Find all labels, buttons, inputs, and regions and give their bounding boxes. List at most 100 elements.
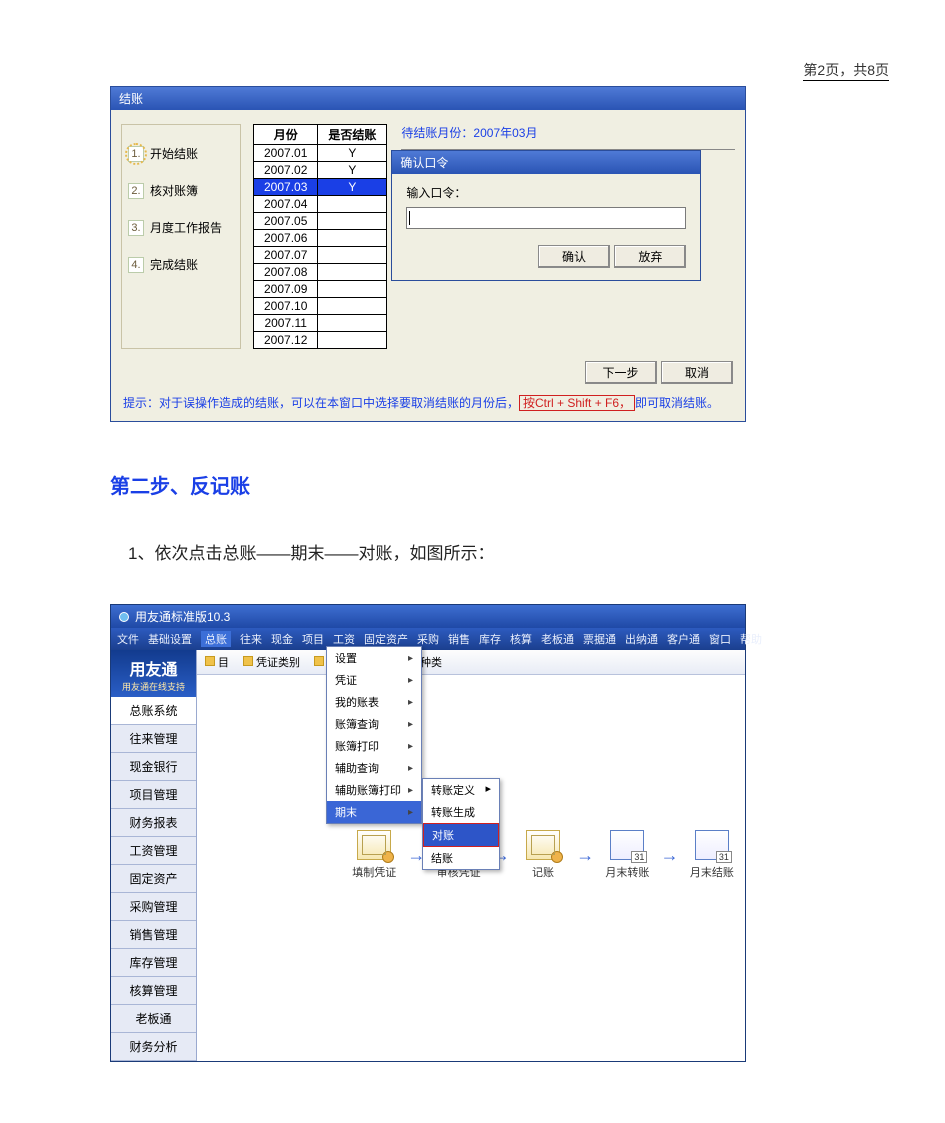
menu-item[interactable]: 核算	[510, 631, 532, 647]
table-row[interactable]: 2007.12	[254, 332, 387, 349]
menu-item[interactable]: 销售	[448, 631, 470, 647]
cell-closed: Y	[318, 179, 387, 196]
table-row[interactable]: 2007.07	[254, 247, 387, 264]
table-row[interactable]: 2007.05	[254, 213, 387, 230]
sidebar-item[interactable]: 工资管理	[111, 837, 196, 865]
table-row[interactable]: 2007.06	[254, 230, 387, 247]
toolbar-item[interactable]: 目	[205, 654, 229, 670]
submenu-item[interactable]: 账簿查询▸	[327, 713, 421, 735]
submenu-item[interactable]: 期末▸	[327, 801, 421, 823]
menu-item[interactable]: 帮助	[740, 631, 762, 647]
submenu-item[interactable]: 我的账表▸	[327, 691, 421, 713]
cell-month: 2007.10	[254, 298, 318, 315]
folder-icon	[205, 656, 215, 666]
submenu-item[interactable]: 账簿打印▸	[327, 735, 421, 757]
sidebar-item[interactable]: 往来管理	[111, 725, 196, 753]
submenu-label: 我的账表	[335, 694, 379, 710]
sidebar-item[interactable]: 库存管理	[111, 949, 196, 977]
flow-create-voucher[interactable]: 填制凭证	[351, 830, 397, 880]
menu-item[interactable]: 库存	[479, 631, 501, 647]
yonyou-main-window: 用友通标准版10.3 文件基础设置总账往来现金项目工资固定资产采购销售库存核算老…	[110, 604, 746, 1062]
flow-month-transfer[interactable]: 月末转账	[604, 830, 650, 880]
cell-closed	[318, 247, 387, 264]
chevron-right-icon: ▸	[408, 675, 413, 686]
table-row[interactable]: 2007.04	[254, 196, 387, 213]
menu-item[interactable]: 文件	[117, 631, 139, 647]
password-input[interactable]	[406, 207, 686, 229]
pending-month-line: 待结账月份：2007年03月	[401, 124, 735, 150]
sidebar-item[interactable]: 老板通	[111, 1005, 196, 1033]
table-row[interactable]: 2007.03Y	[254, 179, 387, 196]
sidebar-item[interactable]: 总账系统	[111, 697, 196, 725]
submenu-item[interactable]: 凭证▸	[327, 669, 421, 691]
period-end-submenu[interactable]: 转账定义▸ 转账生成对账结账	[422, 778, 500, 870]
menu-item[interactable]: 票据通	[583, 631, 616, 647]
sidebar-item[interactable]: 财务报表	[111, 809, 196, 837]
app-icon	[119, 612, 129, 622]
sidebar-item[interactable]: 核算管理	[111, 977, 196, 1005]
month-table[interactable]: 月份 是否结账 2007.01Y2007.02Y2007.03Y2007.042…	[253, 124, 387, 349]
menu-item[interactable]: 工资	[333, 631, 355, 647]
arrow-icon: →	[661, 845, 679, 866]
menu-item[interactable]: 现金	[271, 631, 293, 647]
menu-item[interactable]: 固定资产	[364, 631, 408, 647]
menu-item[interactable]: 项目	[302, 631, 324, 647]
table-row[interactable]: 2007.01Y	[254, 145, 387, 162]
gl-submenu[interactable]: 设置▸凭证▸我的账表▸账簿查询▸账簿打印▸辅助查询▸辅助账簿打印▸期末▸	[326, 646, 422, 824]
submenu-item[interactable]: 辅助账簿打印▸	[327, 779, 421, 801]
sidebar-item[interactable]: 采购管理	[111, 893, 196, 921]
menu-item[interactable]: 窗口	[709, 631, 731, 647]
cell-closed	[318, 332, 387, 349]
toolbar-item[interactable]: 凭证类别	[243, 654, 300, 670]
menu-item[interactable]: 采购	[417, 631, 439, 647]
submenu-item[interactable]: 辅助查询▸	[327, 757, 421, 779]
submenu-item[interactable]: 转账生成	[423, 801, 499, 823]
chevron-right-icon: ▸	[408, 785, 413, 796]
table-row[interactable]: 2007.08	[254, 264, 387, 281]
menu-item[interactable]: 出纳通	[625, 631, 658, 647]
step-start[interactable]: 1. 开始结账	[128, 135, 234, 172]
menu-item[interactable]: 老板通	[541, 631, 574, 647]
menu-item[interactable]: 客户通	[667, 631, 700, 647]
window-title: 结账	[111, 87, 745, 110]
step-finish[interactable]: 4. 完成结账	[128, 246, 234, 283]
abandon-button[interactable]: 放弃	[614, 245, 686, 268]
confirm-button[interactable]: 确认	[538, 245, 610, 268]
sidebar-item[interactable]: 固定资产	[111, 865, 196, 893]
brand-box: 用友通 用友通在线支持	[111, 650, 196, 697]
submenu-label: 对账	[432, 827, 454, 843]
submenu-item[interactable]: 对账	[423, 823, 499, 847]
table-row[interactable]: 2007.09	[254, 281, 387, 298]
cell-month: 2007.03	[254, 179, 318, 196]
sidebar-item[interactable]: 现金银行	[111, 753, 196, 781]
sidebar-item[interactable]: 财务分析	[111, 1033, 196, 1061]
step-verify[interactable]: 2. 核对账簿	[128, 172, 234, 209]
menu-item[interactable]: 总账	[201, 631, 231, 647]
cell-closed	[318, 315, 387, 332]
password-dialog-title: 确认口令	[392, 151, 700, 174]
menu-item[interactable]: 基础设置	[148, 631, 192, 647]
table-row[interactable]: 2007.11	[254, 315, 387, 332]
flow-month-close[interactable]: 月末结账	[689, 830, 735, 880]
cancel-button[interactable]: 取消	[661, 361, 733, 384]
flow-post[interactable]: 记账	[520, 830, 566, 880]
sidebar-item[interactable]: 销售管理	[111, 921, 196, 949]
submenu-label: 辅助查询	[335, 760, 379, 776]
submenu-item[interactable]: 设置▸	[327, 647, 421, 669]
submenu-item[interactable]: 转账定义▸	[423, 779, 499, 801]
next-button[interactable]: 下一步	[585, 361, 657, 384]
submenu-label: 转账生成	[431, 804, 475, 820]
menu-item[interactable]: 往来	[240, 631, 262, 647]
submenu-item[interactable]: 结账	[423, 847, 499, 869]
sidebar-item[interactable]: 项目管理	[111, 781, 196, 809]
step-report[interactable]: 3. 月度工作报告	[128, 209, 234, 246]
chevron-right-icon: ▸	[408, 741, 413, 752]
table-row[interactable]: 2007.02Y	[254, 162, 387, 179]
hint-shortcut: 按Ctrl + Shift + F6，	[519, 395, 635, 411]
flow-label: 填制凭证	[352, 864, 396, 880]
brand-subtitle: 用友通在线支持	[113, 680, 194, 693]
table-row[interactable]: 2007.10	[254, 298, 387, 315]
submenu-label: 期末	[335, 804, 357, 820]
step-label: 开始结账	[150, 145, 198, 162]
menubar[interactable]: 文件基础设置总账往来现金项目工资固定资产采购销售库存核算老板通票据通出纳通客户通…	[111, 628, 745, 650]
